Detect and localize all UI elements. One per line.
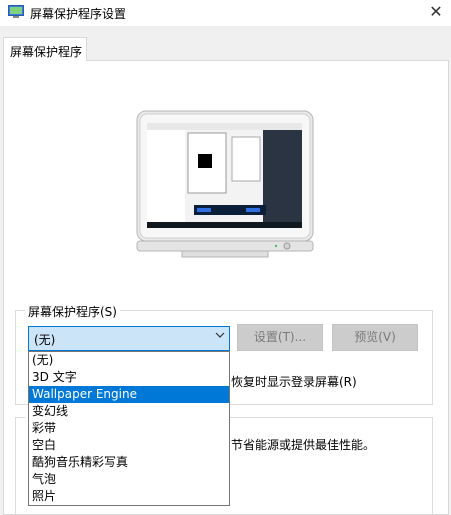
dropdown-option-wallpaper-engine[interactable]: Wallpaper Engine: [29, 386, 229, 403]
chevron-down-icon: [215, 329, 225, 343]
screensaver-app-icon: [8, 5, 24, 19]
monitor-preview: [136, 110, 314, 258]
preview-button[interactable]: 预览(V): [332, 324, 418, 351]
dropdown-option-bubbles[interactable]: 气泡: [29, 471, 229, 488]
close-button[interactable]: ✕: [421, 0, 451, 26]
power-description: 节省能源或提供最佳性能。: [231, 438, 376, 452]
title-bar: 屏幕保护程序设置 ✕: [0, 0, 451, 26]
screensaver-select[interactable]: (无): [28, 326, 230, 351]
dropdown-option-none[interactable]: (无): [29, 352, 229, 369]
dropdown-option-mystify[interactable]: 变幻线: [29, 403, 229, 420]
window-title: 屏幕保护程序设置: [30, 7, 127, 21]
tab-screensaver[interactable]: 屏幕保护程序: [3, 37, 87, 61]
settings-button[interactable]: 设置(T)...: [237, 324, 323, 351]
dropdown-option-photos[interactable]: 照片: [29, 488, 229, 505]
screensaver-select-value: (无): [34, 333, 56, 347]
dropdown-option-kugou-photos[interactable]: 酷狗音乐精彩写真: [29, 454, 229, 471]
screensaver-dropdown-list: (无) 3D 文字 Wallpaper Engine 变幻线 彩带 空白 酷狗音…: [28, 351, 230, 506]
dropdown-option-ribbons[interactable]: 彩带: [29, 420, 229, 437]
screensaver-group-label: 屏幕保护程序(S): [25, 303, 120, 320]
dropdown-option-blank[interactable]: 空白: [29, 437, 229, 454]
resume-logon-label: 恢复时显示登录屏幕(R): [231, 375, 357, 389]
dropdown-option-3d-text[interactable]: 3D 文字: [29, 369, 229, 386]
